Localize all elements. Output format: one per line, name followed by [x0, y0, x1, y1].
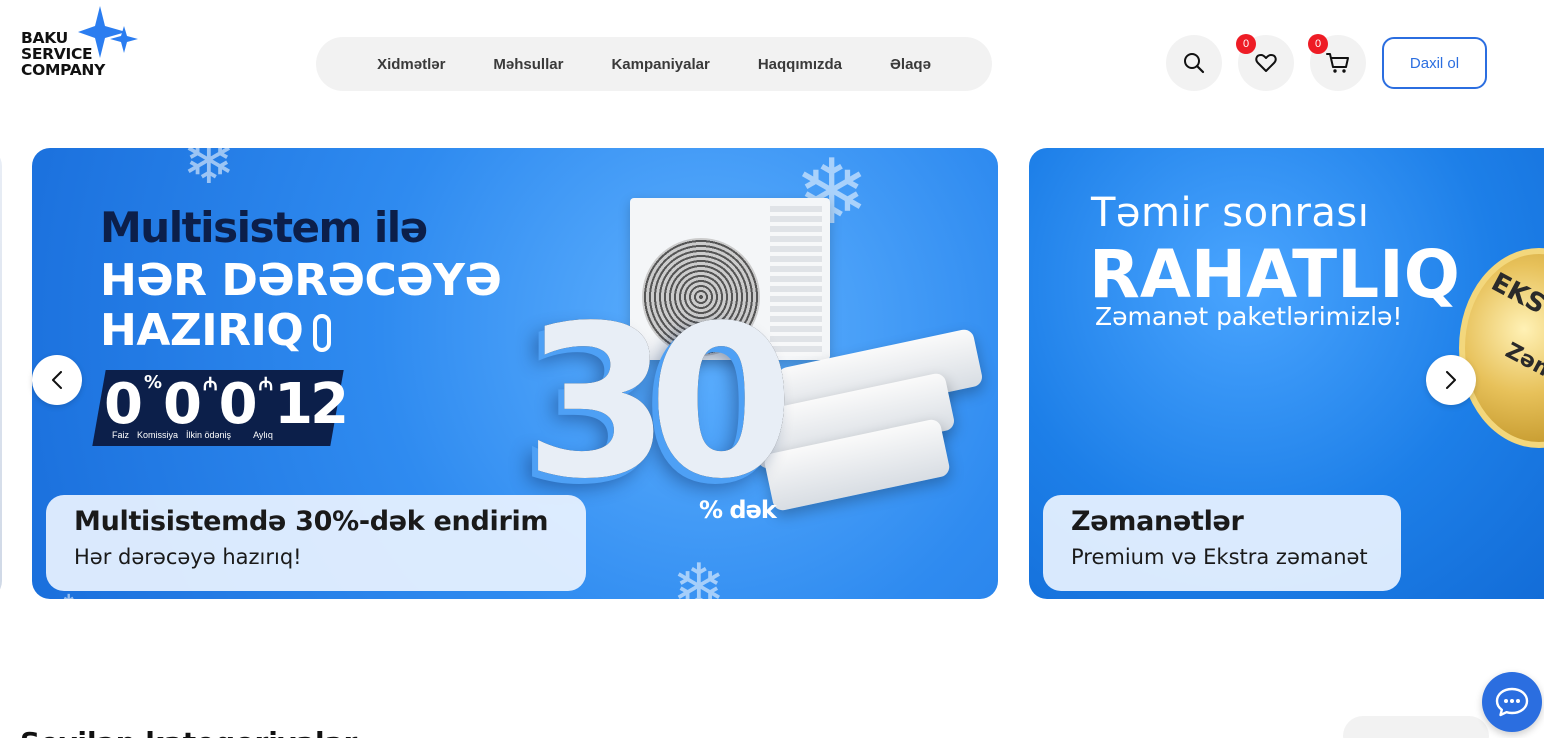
hero-slider: ❄ ❄ ❄ ❄ Multisistem ilə HƏR DƏRƏCƏYƏ HAZ… — [0, 148, 1544, 600]
offer-symbol: ₼ — [258, 374, 273, 395]
login-button[interactable]: Daxil ol — [1382, 37, 1487, 89]
nav-item-products[interactable]: Məhsullar — [469, 56, 587, 73]
offer-value: 0 — [104, 372, 143, 437]
slide-multisystem[interactable]: ❄ ❄ ❄ ❄ Multisistem ilə HƏR DƏRƏCƏYƏ HAZ… — [32, 148, 998, 599]
offer-values: 0% 0 ₼ 0 ₼ 12 — [104, 372, 349, 437]
banner-headline-line: HAZIRIQ — [100, 306, 501, 356]
offer-label: Faiz — [112, 430, 130, 440]
slide-caption: Zəmanətlər Premium və Ekstra zəmanət — [1043, 495, 1401, 591]
favorites-count-badge: 0 — [1236, 34, 1256, 54]
slide-caption-title: Zəmanətlər — [1071, 506, 1244, 537]
side-grill — [770, 206, 822, 356]
cart-button[interactable]: 0 — [1308, 34, 1366, 91]
cart-count-badge: 0 — [1308, 34, 1328, 54]
discount-number: 30 — [524, 280, 794, 525]
cart-icon — [1326, 53, 1349, 73]
nav-item-services[interactable]: Xidmətlər — [353, 56, 469, 73]
banner-headline-line: HƏR DƏRƏCƏYƏ — [100, 255, 502, 306]
section-title: Sevilən kateqoriyalar — [20, 726, 357, 738]
offer-label: İlkin ödəniş — [186, 430, 232, 440]
discount-suffix: % dək — [699, 496, 777, 524]
brand-logo[interactable]: BAKU SERVICE COMPANY — [20, 6, 150, 90]
snowflake-icon: ❄ — [182, 148, 236, 199]
previous-slide-peek[interactable] — [0, 148, 2, 599]
snowflake-icon: ❄ — [672, 551, 726, 599]
search-button[interactable] — [1166, 35, 1222, 91]
nav-item-about[interactable]: Haqqımızda — [734, 56, 866, 73]
logo-line: BAKU — [21, 29, 68, 47]
main-nav: Xidmətlər Məhsullar Kampaniyalar Haqqımı… — [316, 37, 992, 91]
slide-caption-subtitle: Premium və Ekstra zəmanət — [1071, 545, 1368, 569]
banner-line: Zəmanət paketlərimizlə! — [1095, 302, 1403, 331]
banner-headline: HƏR DƏRƏCƏYƏ HAZIRIQ — [100, 255, 502, 356]
favorites-button[interactable]: 0 — [1236, 34, 1294, 91]
nav-item-campaigns[interactable]: Kampaniyalar — [587, 56, 733, 73]
nav-item-contact[interactable]: Əlaqə — [866, 56, 955, 73]
offer-value: 12 — [274, 372, 349, 437]
search-icon — [1184, 53, 1205, 74]
heart-icon — [1255, 54, 1277, 72]
slide-caption-title: Multisistemdə 30%-dək endirim — [74, 506, 549, 537]
banner-line: Təmir sonrası — [1091, 190, 1370, 236]
slider-prev-button[interactable] — [32, 355, 82, 405]
slider-next-button[interactable] — [1426, 355, 1476, 405]
site-header: BAKU SERVICE COMPANY Xidmətlər Məhsullar… — [0, 0, 1544, 128]
slide-caption: Multisistemdə 30%-dək endirim Hər dərəcə… — [46, 495, 586, 591]
logo-line: SERVICE — [21, 45, 93, 63]
offer-symbol: ₼ — [202, 374, 217, 395]
offer-label: Komissiya — [137, 430, 179, 440]
thermometer-icon — [313, 314, 332, 352]
logo-line: COMPANY — [21, 61, 106, 79]
offer-label: Aylıq — [253, 430, 273, 440]
slide-caption-subtitle: Hər dərəcəyə hazırıq! — [74, 545, 302, 569]
offer-value: 0 — [218, 372, 258, 437]
chat-bubble-icon — [1495, 687, 1529, 717]
banner-title: Multisistem ilə — [100, 203, 428, 252]
chevron-right-icon — [1446, 371, 1456, 389]
offer-labels: Faiz Komissiya İlkin ödəniş Aylıq — [112, 430, 273, 440]
offer-symbol: % — [143, 372, 162, 393]
category-tabs-peek[interactable] — [1343, 716, 1489, 738]
chevron-left-icon — [52, 371, 62, 389]
offer-value: 0 — [163, 372, 202, 437]
logo-wordmark: BAKU SERVICE COMPANY — [21, 30, 105, 78]
chat-button[interactable] — [1482, 672, 1542, 732]
